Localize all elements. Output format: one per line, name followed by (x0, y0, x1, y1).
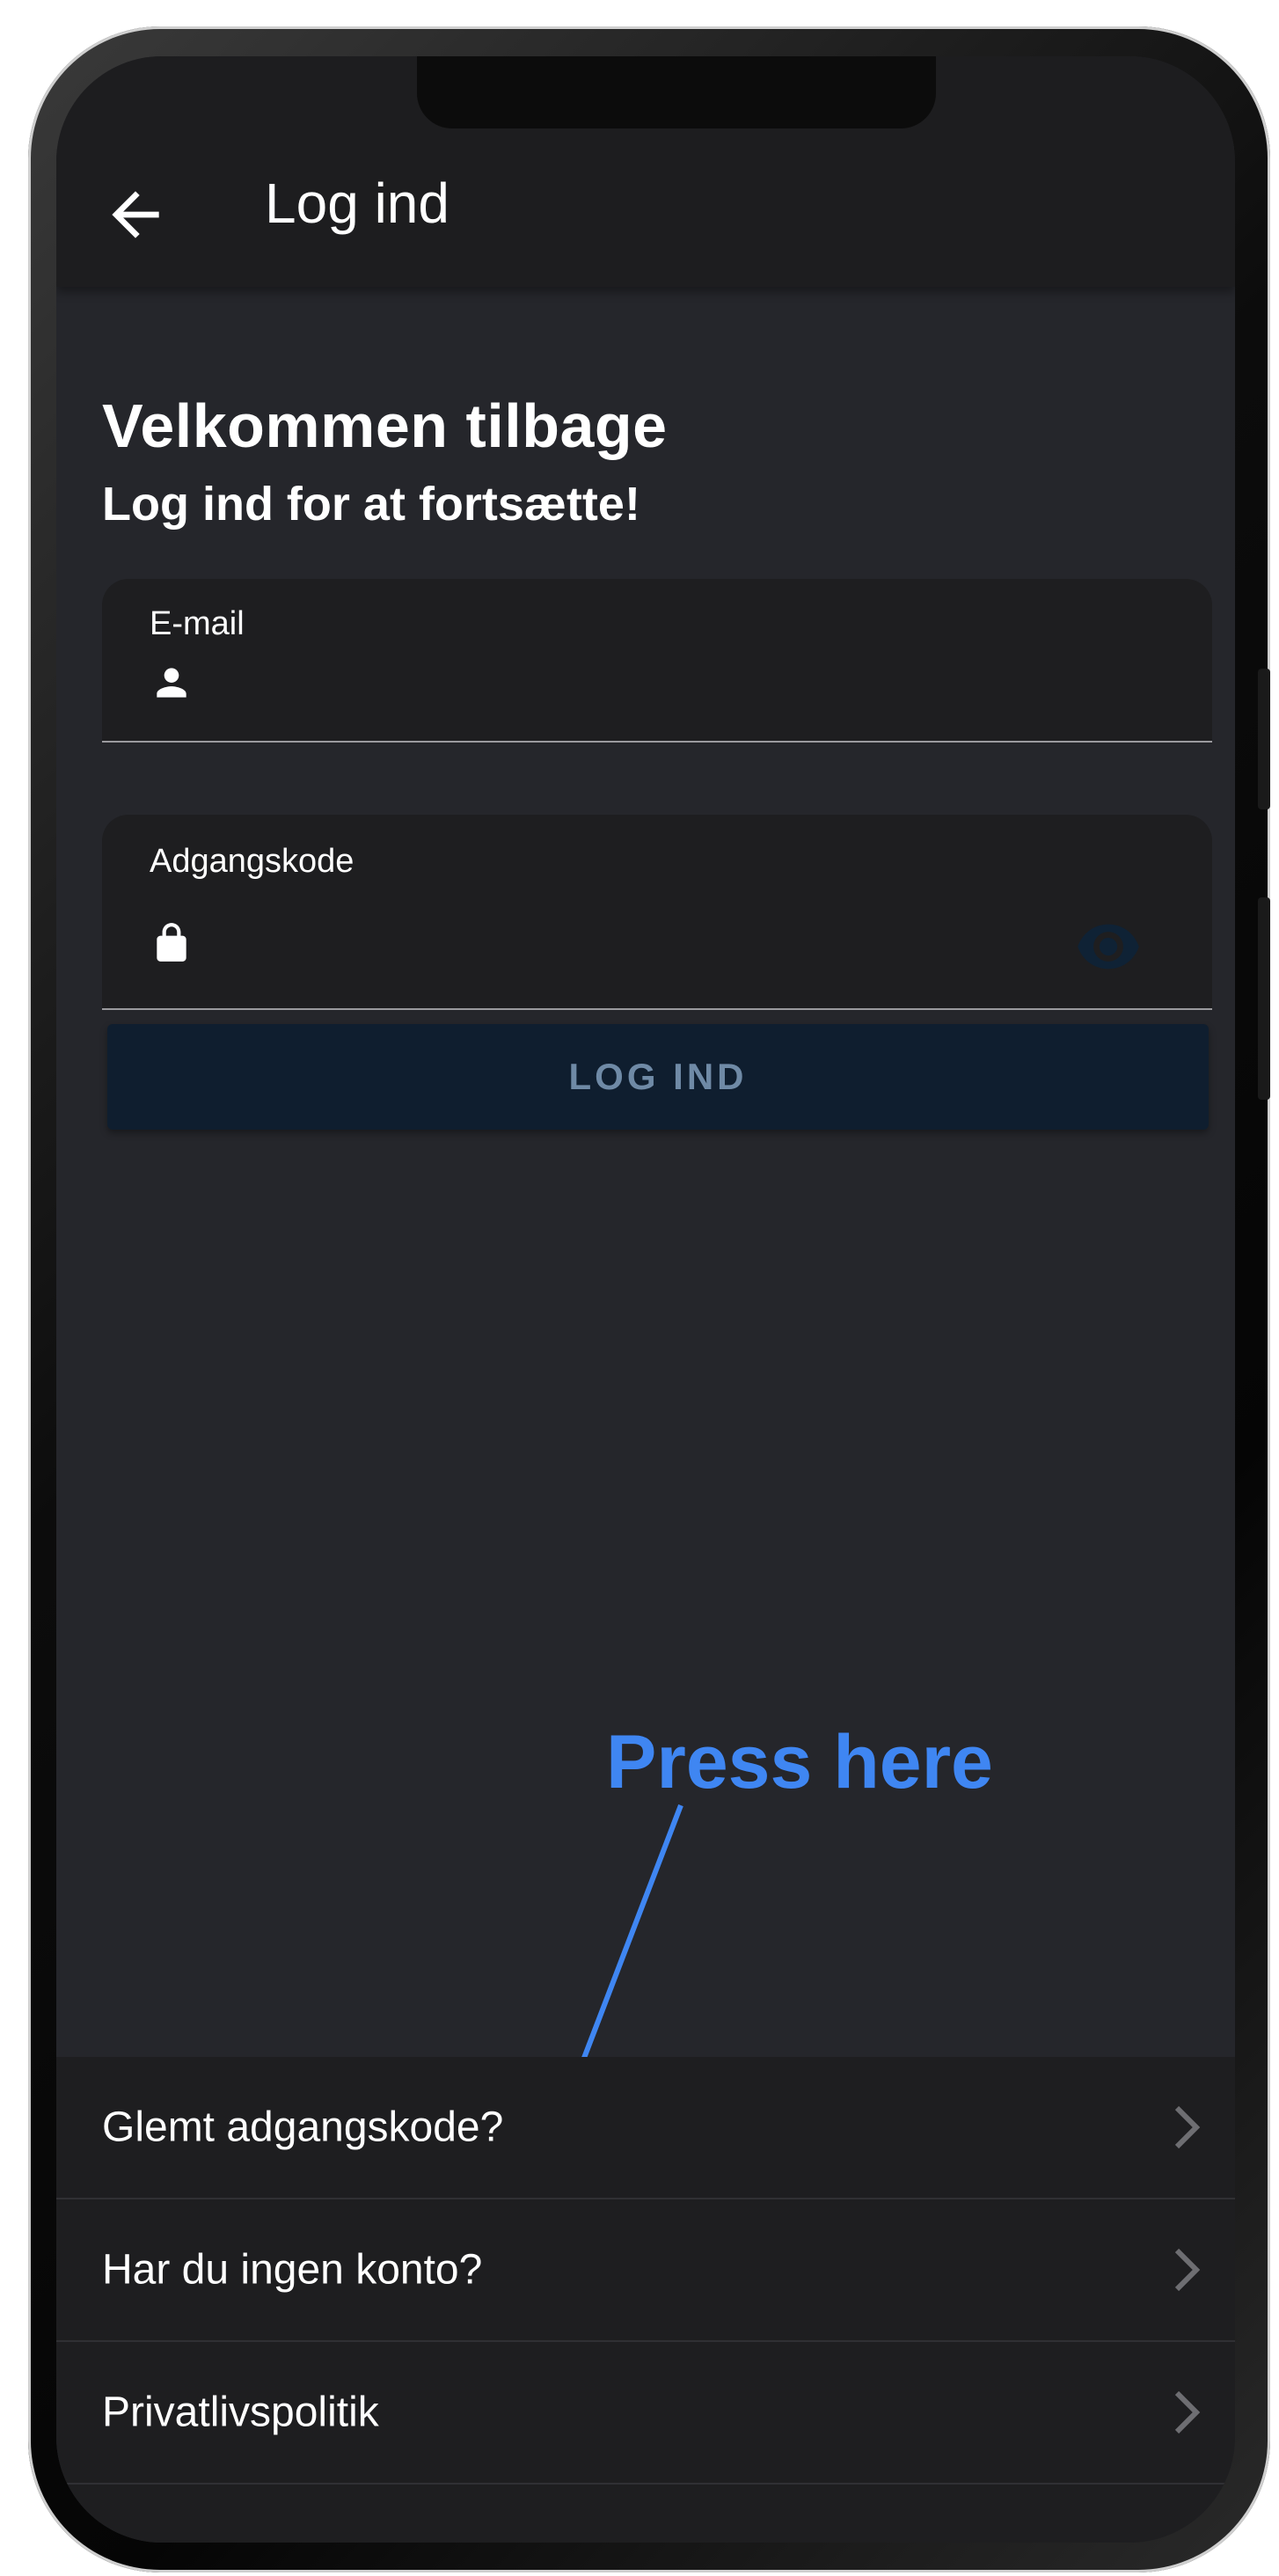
password-field[interactable]: Adgangskode (102, 815, 1212, 1010)
email-field[interactable]: E-mail (102, 579, 1212, 743)
links-list: Glemt adgangskode? Har du ingen konto? P… (56, 2057, 1235, 2543)
side-button (1258, 669, 1270, 809)
password-label: Adgangskode (150, 843, 354, 880)
annotation-label: Press here (606, 1720, 993, 1804)
welcome-heading: Velkommen tilbage (102, 392, 668, 460)
list-item-no-account[interactable]: Har du ingen konto? (56, 2199, 1235, 2342)
list-item-label: Glemt adgangskode? (102, 2104, 504, 2151)
chevron-right-icon (1174, 2390, 1201, 2434)
page-title: Log ind (265, 172, 449, 235)
back-button[interactable] (100, 179, 171, 250)
lock-icon (157, 923, 186, 962)
email-input[interactable] (208, 660, 1089, 711)
side-button (1258, 897, 1270, 1100)
password-input[interactable] (208, 920, 1089, 971)
list-item-forgot-password[interactable]: Glemt adgangskode? (56, 2057, 1235, 2199)
list-item-privacy-policy[interactable]: Privatlivspolitik (56, 2342, 1235, 2485)
email-label: E-mail (150, 605, 245, 642)
welcome-subtitle: Log ind for at fortsætte! (102, 478, 640, 531)
camera-notch (417, 56, 936, 128)
chevron-right-icon (1174, 2248, 1201, 2292)
person-icon (157, 668, 186, 698)
list-item-label: Privatlivspolitik (102, 2389, 379, 2436)
login-button[interactable]: LOG IND (107, 1024, 1209, 1130)
arrow-left-icon (112, 191, 159, 238)
eye-icon[interactable] (1075, 922, 1142, 971)
list-item-label: Har du ingen konto? (102, 2246, 483, 2294)
chevron-right-icon (1174, 2105, 1201, 2149)
phone-screen: Log ind Velkommen tilbage Log ind for at… (56, 56, 1235, 2543)
